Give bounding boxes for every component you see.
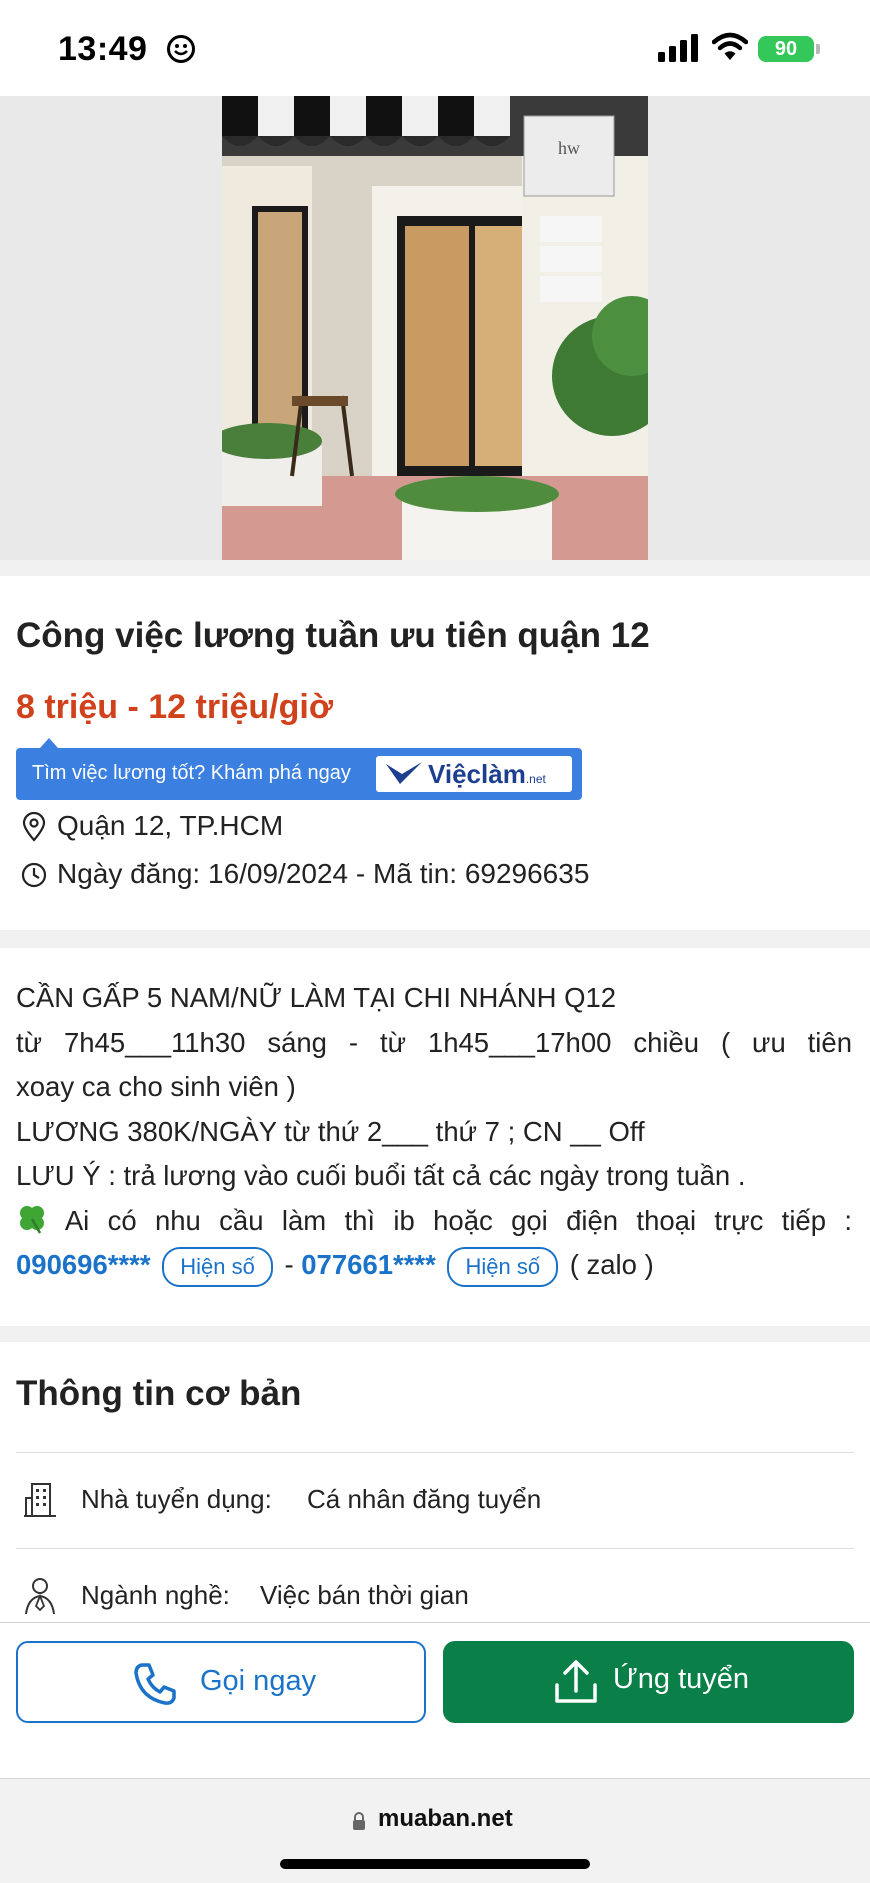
hero-image-area[interactable]: hw <box>0 96 870 560</box>
phone-icon <box>134 1663 176 1705</box>
job-description: CẦN GẤP 5 NAM/NỮ LÀM TẠI CHI NHÁNH Q12 t… <box>16 976 852 1288</box>
home-indicator[interactable] <box>280 1859 590 1869</box>
signal-icon <box>658 34 698 62</box>
phone-number-1[interactable]: 090696**** <box>16 1249 151 1280</box>
battery-tip <box>816 44 820 54</box>
call-now-button[interactable]: Gọi ngay <box>16 1641 426 1723</box>
show-number-button-1[interactable]: Hiện số <box>162 1246 273 1287</box>
info-label: Ngành nghề: <box>81 1580 230 1610</box>
svg-text:hw: hw <box>558 138 580 158</box>
divider <box>16 1548 854 1549</box>
location-text: Quận 12, TP.HCM <box>57 810 284 841</box>
vieclam-logo[interactable]: Việclàm.net <box>376 756 572 792</box>
desc-line: CẦN GẤP 5 NAM/NỮ LÀM TẠI CHI NHÁNH Q12 <box>16 982 617 1013</box>
promo-text: Tìm việc lương tốt? Khám phá ngay <box>32 762 351 784</box>
phone-separator: - <box>284 1249 294 1280</box>
show-number-button-2[interactable]: Hiện số <box>447 1246 559 1287</box>
desc-line: LƯƠNG 380K/NGÀY từ thứ 2___ thứ 7 ; CN _… <box>16 1115 645 1147</box>
posted-text: Ngày đăng: 16/09/2024 - Mã tin: 69296635 <box>57 858 590 889</box>
section-divider <box>0 560 870 576</box>
upload-icon <box>555 1660 597 1703</box>
clover-icon <box>20 1205 44 1234</box>
desc-line: xoay ca cho sinh viên ) <box>16 1071 296 1102</box>
section-divider <box>0 1326 870 1342</box>
battery-icon: 90 <box>758 36 814 62</box>
desc-line: LƯU Ý : trả lương vào cuối buổi tất cả c… <box>16 1160 746 1191</box>
action-bar: Gọi ngay Ứng tuyển <box>0 1622 870 1778</box>
apply-button[interactable]: Ứng tuyển <box>443 1641 854 1723</box>
vieclam-brand: Việclàm.net <box>428 759 546 790</box>
promo-banner[interactable]: Tìm việc lương tốt? Khám phá ngay Việclà… <box>16 738 582 800</box>
battery-level: 90 <box>774 38 798 60</box>
vieclam-check-icon <box>386 762 422 784</box>
vieclam-brand-name: Việclàm <box>428 759 526 789</box>
call-now-label: Gọi ngay <box>200 1665 317 1697</box>
basic-info-title: Thông tin cơ bản <box>16 1374 302 1413</box>
browser-address-bar[interactable]: muaban.net <box>0 1778 870 1883</box>
desc-line: Ai có nhu cầu làm thì ib hoặc gọi điện t… <box>16 1199 852 1244</box>
clock-icon <box>21 862 47 888</box>
job-title: Công việc lương tuần ưu tiên quận 12 <box>16 616 650 655</box>
section-divider <box>0 930 870 948</box>
status-bar: 13:49 90 <box>0 0 870 96</box>
salary: 8 triệu - 12 triệu/giờ <box>16 688 334 726</box>
url-text[interactable]: muaban.net <box>378 1805 513 1833</box>
promo-arrow <box>40 738 58 748</box>
info-value: Cá nhân đăng tuyển <box>307 1484 542 1514</box>
desc-line: từ 7h45___11h30 sáng - từ 1h45___17h00 c… <box>16 1026 852 1058</box>
info-row-employer: Nhà tuyển dụng: Cá nhân đăng tuyển <box>16 1476 854 1526</box>
status-time: 13:49 <box>58 30 148 68</box>
map-pin-icon <box>22 812 46 842</box>
contact-instruction: Ai có nhu cầu làm thì ib hoặc gọi điện t… <box>64 1204 852 1236</box>
wifi-icon <box>712 32 748 60</box>
smiley-icon <box>167 35 195 63</box>
listing-photo[interactable]: hw <box>222 96 648 560</box>
phone-number-2[interactable]: 077661**** <box>301 1249 436 1280</box>
divider <box>16 1452 854 1453</box>
apply-label: Ứng tuyển <box>613 1663 750 1695</box>
info-value: Việc bán thời gian <box>260 1580 469 1610</box>
vieclam-brand-suffix: .net <box>525 772 546 786</box>
info-label: Nhà tuyển dụng: <box>81 1484 272 1514</box>
building-icon <box>24 1483 56 1517</box>
phone-row: 090696**** Hiện số - 077661**** Hiện số … <box>16 1243 852 1288</box>
lock-icon <box>353 1812 365 1830</box>
info-row-industry: Ngành nghề: Việc bán thời gian <box>16 1572 854 1622</box>
zalo-note: ( zalo ) <box>569 1249 654 1280</box>
person-icon <box>25 1578 55 1615</box>
